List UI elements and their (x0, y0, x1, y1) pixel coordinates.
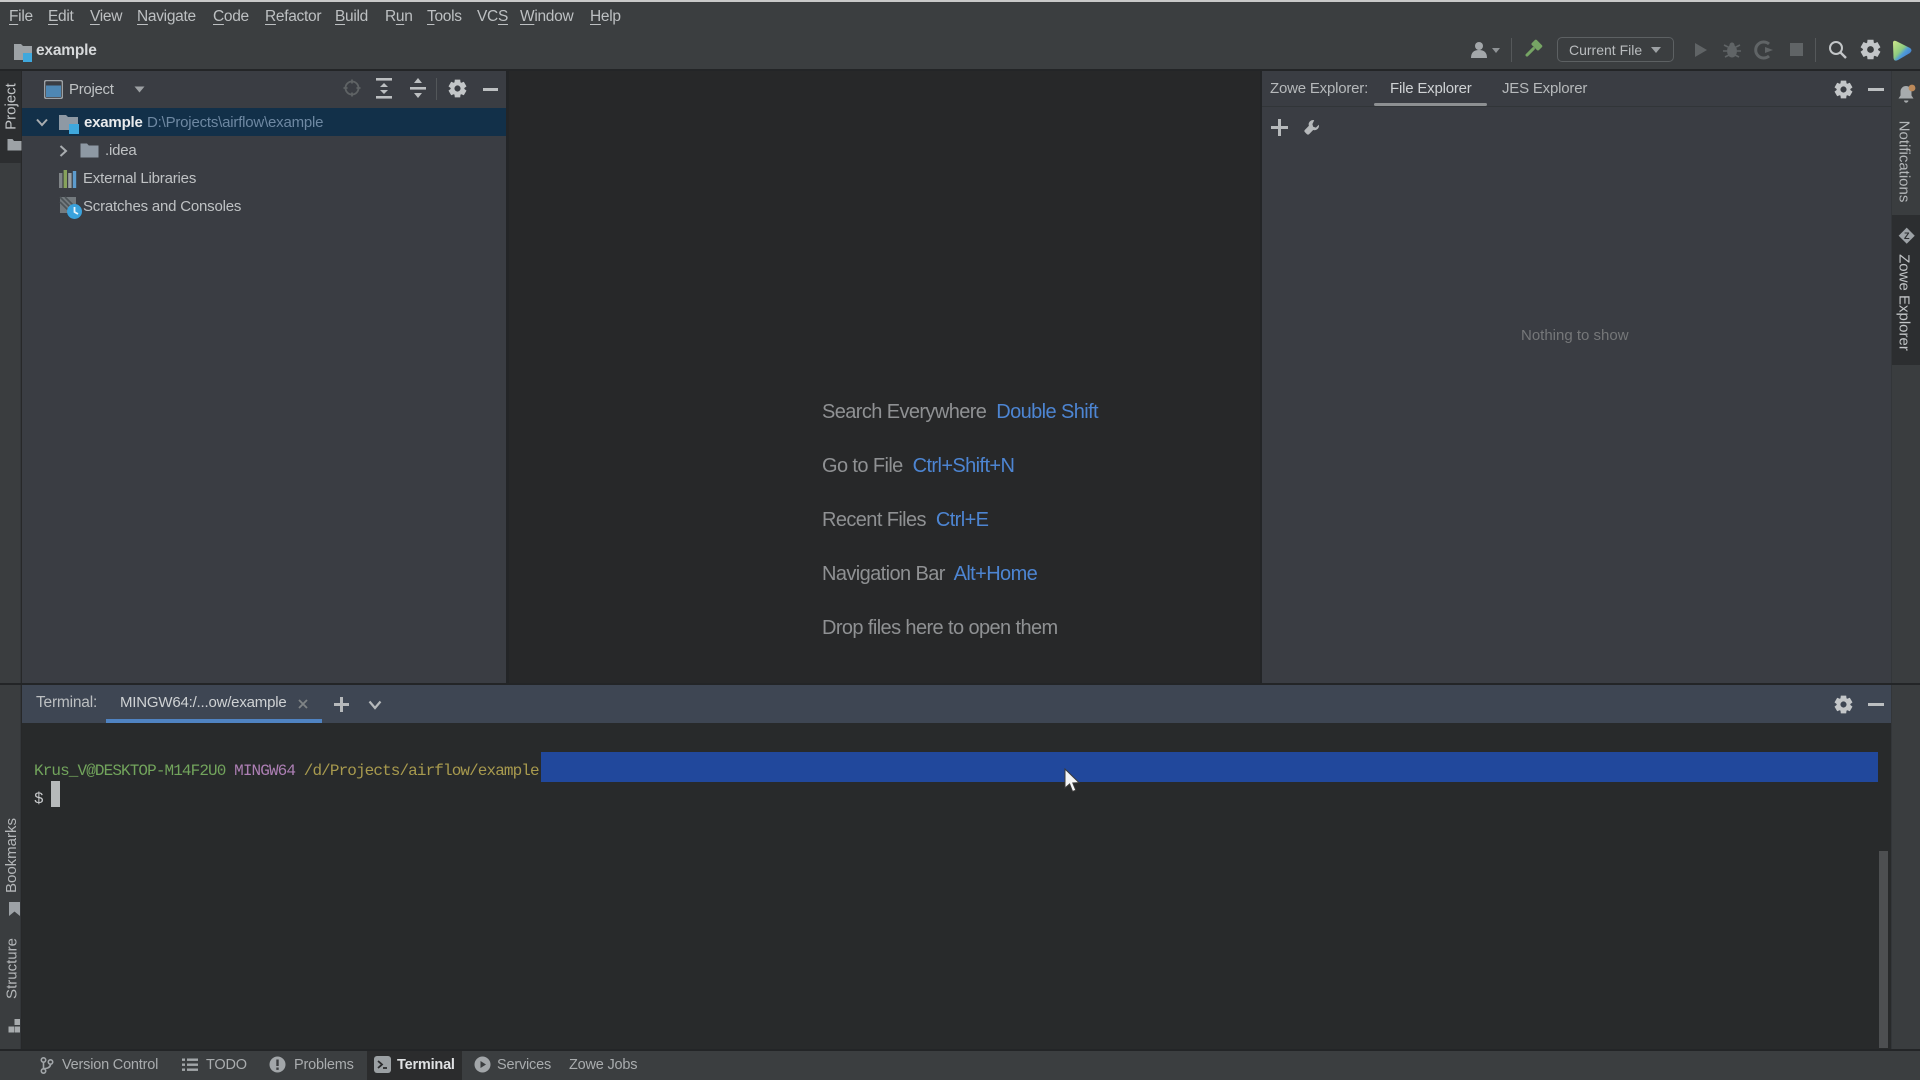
svg-text:Z: Z (1904, 231, 1910, 241)
